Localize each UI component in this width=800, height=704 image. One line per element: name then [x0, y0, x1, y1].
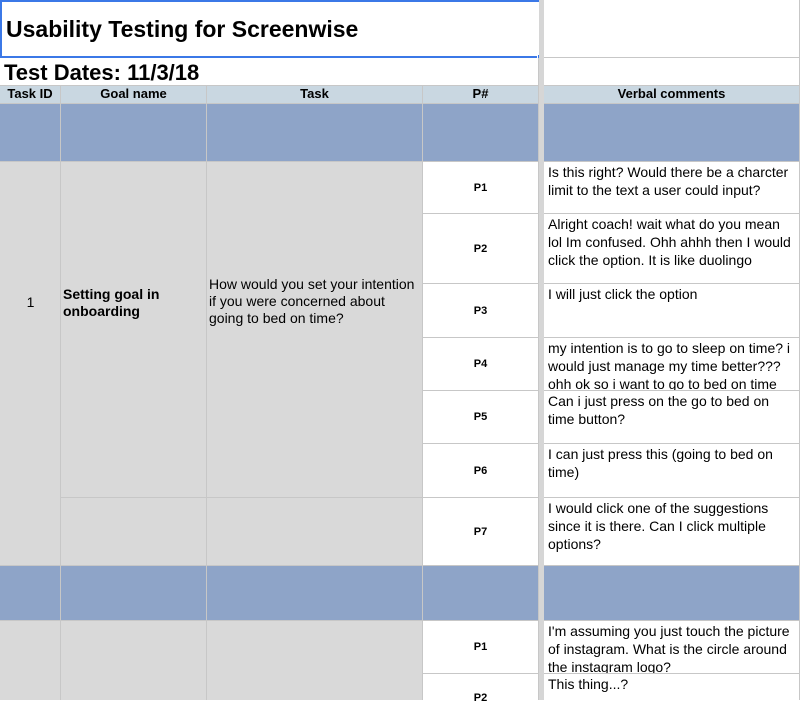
header-task[interactable]: Task [207, 86, 423, 104]
separator-2-goal[interactable] [61, 566, 207, 621]
comment-text: I would click one of the suggestions sin… [548, 500, 769, 552]
test-dates: Test Dates: 11/3/18 [4, 60, 200, 85]
separator-2-task-id[interactable] [0, 566, 61, 621]
header-goal-name-label: Goal name [100, 86, 167, 101]
task-1-comment-5[interactable]: Can i just press on the go to bed on tim… [544, 391, 800, 444]
header-task-id-label: Task ID [7, 86, 53, 101]
frozen-column-divider[interactable] [539, 0, 544, 700]
separator-2-task[interactable] [207, 566, 423, 621]
header-participant[interactable]: P# [423, 86, 539, 104]
subtitle-right-cell[interactable] [544, 58, 800, 86]
title-right-cell[interactable] [544, 0, 800, 58]
header-verbal-comments[interactable]: Verbal comments [544, 86, 800, 104]
separator-goal[interactable] [61, 104, 207, 162]
task-2-task-cell[interactable] [207, 621, 423, 700]
task-2-p1[interactable]: P1 [423, 621, 539, 674]
task-1-goal: Setting goal in onboarding [63, 286, 160, 319]
comment-text: my intention is to go to sleep on time? … [548, 340, 791, 391]
header-task-label: Task [300, 86, 329, 101]
task-1-p1[interactable]: P1 [423, 162, 539, 214]
task-1-comment-3[interactable]: I will just click the option [544, 284, 800, 338]
task-2-p2[interactable]: P2 [423, 674, 539, 704]
task-1-comment-1[interactable]: Is this right? Would there be a charcter… [544, 162, 800, 214]
task-1-task: How would you set your intention if you … [209, 276, 415, 326]
comment-text: Is this right? Would there be a charcter… [548, 164, 789, 198]
separator-2-participant[interactable] [423, 566, 539, 621]
comment-text: I will just click the option [548, 286, 698, 302]
task-2-goal-cell[interactable] [61, 621, 207, 700]
separator-participant[interactable] [423, 104, 539, 162]
comment-text: Can i just press on the go to bed on tim… [548, 393, 770, 427]
task-1-id: 1 [26, 294, 35, 310]
comment-text: This thing...? [548, 676, 629, 692]
task-1-comment-7[interactable]: I would click one of the suggestions sin… [544, 498, 800, 566]
task-2-comment-1[interactable]: I'm assuming you just touch the picture … [544, 621, 800, 674]
participant-label: P5 [473, 411, 488, 423]
header-goal-name[interactable]: Goal name [61, 86, 207, 104]
task-1-comment-4[interactable]: my intention is to go to sleep on time? … [544, 338, 800, 391]
comment-text: I'm assuming you just touch the picture … [548, 623, 790, 674]
task-1-comment-2[interactable]: Alright coach! wait what do you mean lol… [544, 214, 800, 284]
comment-text: I can just press this (going to bed on t… [548, 446, 773, 480]
task-1-p3[interactable]: P3 [423, 284, 539, 338]
header-task-id[interactable]: Task ID [0, 86, 61, 104]
task-1-p4[interactable]: P4 [423, 338, 539, 391]
task-1-goal-cell-lower[interactable] [61, 498, 207, 566]
separator-2-comments[interactable] [544, 566, 800, 621]
participant-label: P7 [473, 525, 488, 538]
task-1-p6[interactable]: P6 [423, 444, 539, 498]
task-1-p2[interactable]: P2 [423, 214, 539, 284]
participant-label: P3 [473, 304, 488, 317]
header-participant-label: P# [472, 86, 489, 101]
task-2-id-cell[interactable] [0, 621, 61, 700]
task-2-comment-2[interactable]: This thing...? [544, 674, 800, 700]
task-1-task-cell-lower[interactable] [207, 498, 423, 566]
participant-label: P1 [473, 641, 488, 653]
header-verbal-comments-label: Verbal comments [617, 86, 726, 101]
title-cell[interactable]: Usability Testing for Screenwise [0, 0, 541, 58]
task-1-comment-6[interactable]: I can just press this (going to bed on t… [544, 444, 800, 498]
participant-label: P2 [473, 242, 488, 255]
task-1-p7[interactable]: P7 [423, 498, 539, 566]
participant-label: P4 [473, 358, 488, 370]
separator-task[interactable] [207, 104, 423, 162]
task-1-task-cell[interactable]: How would you set your intention if you … [207, 162, 423, 498]
task-1-p5[interactable]: P5 [423, 391, 539, 444]
participant-label: P6 [473, 464, 488, 477]
task-1-goal-cell[interactable]: Setting goal in onboarding [61, 162, 207, 498]
participant-label: P1 [473, 181, 488, 194]
separator-task-id[interactable] [0, 104, 61, 162]
separator-comments[interactable] [544, 104, 800, 162]
participant-label: P2 [473, 692, 488, 704]
sheet-title: Usability Testing for Screenwise [6, 16, 359, 42]
subtitle-cell[interactable]: Test Dates: 11/3/18 [0, 58, 539, 86]
task-1-id-cell[interactable]: 1 [0, 162, 61, 566]
comment-text: Alright coach! wait what do you mean lol… [548, 216, 791, 268]
